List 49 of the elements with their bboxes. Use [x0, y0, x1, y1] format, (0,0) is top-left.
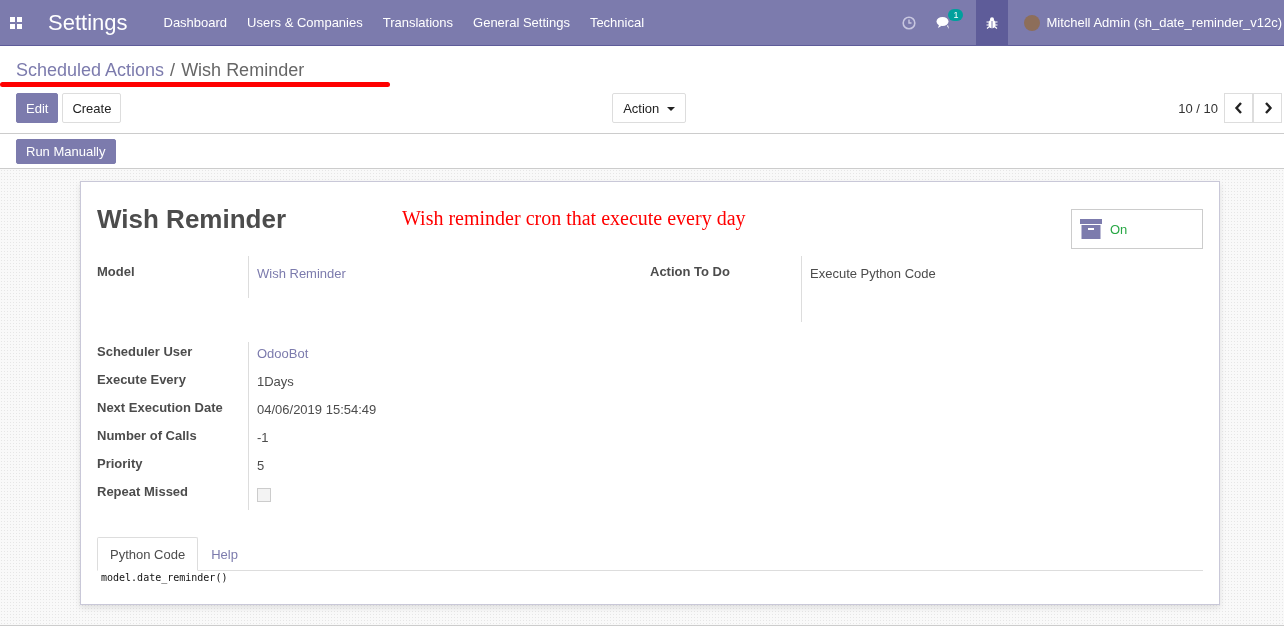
field-label: Scheduler User	[97, 343, 194, 361]
create-button[interactable]: Create	[62, 93, 122, 123]
checkbox[interactable]	[257, 488, 271, 502]
previous-button[interactable]	[1224, 93, 1253, 123]
menu-item[interactable]: General Settings	[473, 15, 570, 30]
menu-item[interactable]: Technical	[589, 15, 645, 30]
field-label: Priority	[97, 455, 144, 473]
annotation-note: Wish reminder cron that execute every day	[402, 206, 746, 232]
field-value: Execute Python Code	[810, 266, 936, 281]
edit-button[interactable]: Edit	[16, 93, 59, 123]
field-link[interactable]: OdooBot	[257, 346, 309, 361]
page-title: Wish Reminder	[181, 60, 305, 81]
notebook-tab[interactable]: Python Code	[97, 537, 199, 571]
user-menu[interactable]: Mitchell Admin (sh_date_reminder_v12c)	[1024, 14, 1284, 31]
field-label: Action To Do	[650, 263, 731, 281]
apps-grid-icon[interactable]	[10, 16, 22, 29]
message-count-badge: 1	[948, 8, 964, 21]
python-code-text: model.date_reminder()	[101, 572, 229, 583]
chevron-left-icon	[1233, 102, 1244, 114]
field-label: Number of Calls	[97, 427, 198, 445]
caret-icon	[666, 107, 675, 112]
field-link[interactable]: Wish Reminder	[257, 266, 346, 281]
field-label: Execute Every	[97, 371, 187, 389]
bug-icon	[985, 15, 1000, 30]
menu-item[interactable]: Dashboard	[163, 15, 228, 30]
menu-item[interactable]: Users & Companies	[247, 15, 363, 30]
field-label: Next Execution Date	[97, 399, 224, 417]
active-toggle-button[interactable]: On	[1071, 209, 1203, 249]
menu-item[interactable]: Translations	[382, 15, 454, 30]
breadcrumb-link[interactable]: Scheduled Actions	[16, 60, 165, 81]
archive-box-icon	[1080, 218, 1102, 240]
action-dropdown[interactable]: Action	[612, 93, 686, 123]
field-value: 04/06/2019 15:54:49	[257, 402, 377, 417]
debug-mode-button[interactable]	[976, 0, 1009, 45]
breadcrumb-separator: /	[170, 60, 176, 81]
field-label: Repeat Missed	[97, 483, 190, 501]
app-title: Settings	[48, 9, 128, 36]
next-button[interactable]	[1253, 93, 1282, 123]
clock-icon[interactable]	[902, 15, 917, 30]
chevron-right-icon	[1262, 102, 1273, 114]
pager-counter: 10 / 10	[1178, 100, 1218, 116]
record-title: Wish Reminder	[97, 203, 287, 235]
run-manually-button[interactable]: Run Manually	[16, 138, 116, 164]
avatar	[1024, 14, 1041, 31]
notebook-tab[interactable]: Help	[198, 537, 251, 571]
field-value: 5	[257, 458, 265, 473]
field-label: Model	[97, 263, 136, 281]
field-value: -1	[257, 430, 269, 445]
field-value: 1Days	[257, 374, 294, 389]
